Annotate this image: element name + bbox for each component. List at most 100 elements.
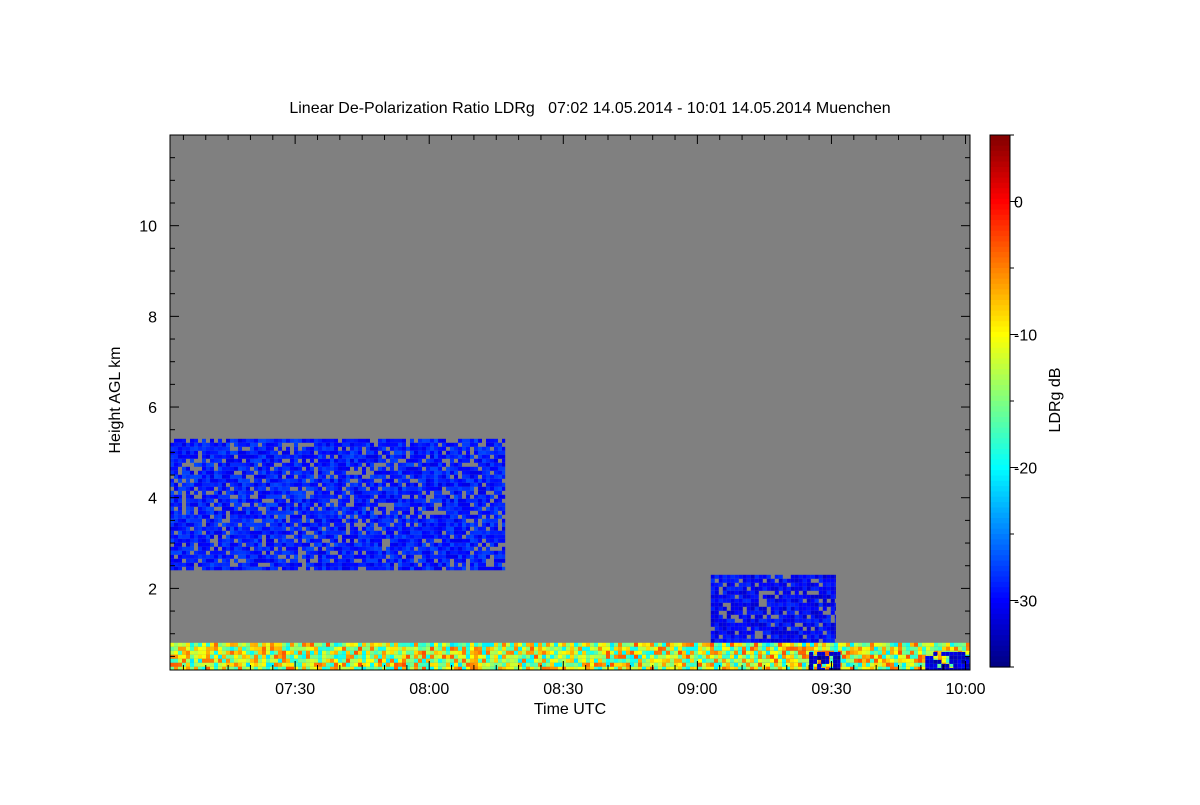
heatmap-cell — [754, 610, 759, 615]
heatmap-cell — [390, 550, 394, 555]
heatmap-cell — [206, 562, 210, 567]
heatmap-cell — [390, 530, 394, 535]
heatmap-cell — [306, 514, 310, 519]
heatmap-cell — [386, 534, 390, 539]
heatmap-cell — [286, 506, 290, 511]
heatmap-cell — [334, 446, 338, 451]
heatmap-cell — [242, 522, 246, 527]
heatmap-cell — [326, 530, 330, 535]
heatmap-cell — [342, 566, 346, 571]
heatmap-cell — [462, 538, 466, 543]
heatmap-cell — [438, 646, 442, 651]
heatmap-cell — [718, 630, 723, 635]
heatmap-cell — [794, 614, 799, 619]
heatmap-cell — [362, 458, 366, 463]
heatmap-cell — [414, 650, 418, 655]
heatmap-cell — [202, 446, 206, 451]
heatmap-cell — [782, 646, 786, 651]
heatmap-cell — [214, 522, 218, 527]
heatmap-cell — [586, 642, 590, 647]
heatmap-cell — [338, 466, 342, 471]
heatmap-cell — [186, 554, 190, 559]
heatmap-cell — [442, 498, 446, 503]
heatmap-cell — [806, 578, 811, 583]
heatmap-cell — [218, 654, 222, 659]
heatmap-cell — [178, 478, 182, 483]
heatmap-cell — [290, 658, 294, 663]
heatmap-cell — [666, 662, 670, 667]
heatmap-cell — [442, 642, 446, 647]
heatmap-cell — [426, 462, 430, 467]
heatmap-cell — [930, 642, 934, 647]
heatmap-cell — [434, 554, 438, 559]
heatmap-cell — [226, 566, 230, 571]
heatmap-cell — [358, 506, 362, 511]
heatmap-cell — [782, 658, 786, 663]
heatmap-cell — [330, 494, 334, 499]
heatmap-cell — [342, 506, 346, 511]
heatmap-cell — [878, 662, 882, 667]
heatmap-cell — [386, 454, 390, 459]
heatmap-cell — [850, 654, 854, 659]
heatmap-cell — [290, 558, 294, 563]
heatmap-cell — [742, 642, 746, 647]
heatmap-cell — [246, 478, 250, 483]
heatmap-cell — [266, 502, 270, 507]
heatmap-cell — [710, 662, 714, 667]
heatmap-cell — [182, 534, 186, 539]
heatmap-cell — [826, 586, 831, 591]
heatmap-cell — [362, 534, 366, 539]
heatmap-cell — [314, 446, 318, 451]
heatmap-cell — [310, 538, 314, 543]
heatmap-cell — [710, 618, 715, 623]
heatmap-cell — [398, 646, 402, 651]
colorbar-step — [990, 182, 1010, 189]
heatmap-cell — [434, 442, 438, 447]
heatmap-cell — [454, 502, 458, 507]
heatmap-cell — [718, 598, 723, 603]
heatmap-cell — [498, 662, 502, 667]
heatmap-cell — [446, 662, 450, 667]
heatmap-cell — [670, 646, 674, 651]
y-tick-label: 4 — [148, 491, 157, 508]
heatmap-cell — [874, 654, 878, 659]
heatmap-cell — [926, 650, 930, 655]
heatmap-cell — [270, 534, 274, 539]
heatmap-cell — [518, 654, 522, 659]
heatmap-cell — [474, 526, 478, 531]
heatmap-cell — [790, 610, 795, 615]
heatmap-cell — [642, 658, 646, 663]
heatmap-cell — [446, 550, 450, 555]
heatmap-cell — [286, 438, 290, 443]
heatmap-cell — [242, 506, 246, 511]
heatmap-cell — [294, 438, 298, 443]
heatmap-cell — [554, 646, 558, 651]
heatmap-cell — [206, 446, 210, 451]
heatmap-cell — [218, 566, 222, 571]
heatmap-cell — [754, 614, 759, 619]
heatmap-cell — [506, 654, 510, 659]
heatmap-cell — [822, 626, 827, 631]
heatmap-cell — [410, 530, 414, 535]
heatmap-cell — [902, 650, 906, 655]
heatmap-cell — [402, 438, 406, 443]
heatmap-cell — [202, 646, 206, 651]
heatmap-cell — [690, 658, 694, 663]
heatmap-cell — [330, 462, 334, 467]
heatmap-cell — [778, 630, 783, 635]
heatmap-cell — [314, 562, 318, 567]
heatmap-cell — [358, 454, 362, 459]
heatmap-cell — [358, 650, 362, 655]
heatmap-cell — [674, 658, 678, 663]
heatmap-cell — [418, 558, 422, 563]
heatmap-cell — [218, 486, 222, 491]
heatmap-cell — [402, 654, 406, 659]
heatmap-cell — [206, 538, 210, 543]
heatmap-cell — [326, 546, 330, 551]
heatmap-cell — [366, 558, 370, 563]
heatmap-cell — [794, 578, 799, 583]
heatmap-cell — [394, 470, 398, 475]
heatmap-cell — [318, 510, 322, 515]
heatmap-cell — [470, 514, 474, 519]
heatmap-cell — [386, 650, 390, 655]
